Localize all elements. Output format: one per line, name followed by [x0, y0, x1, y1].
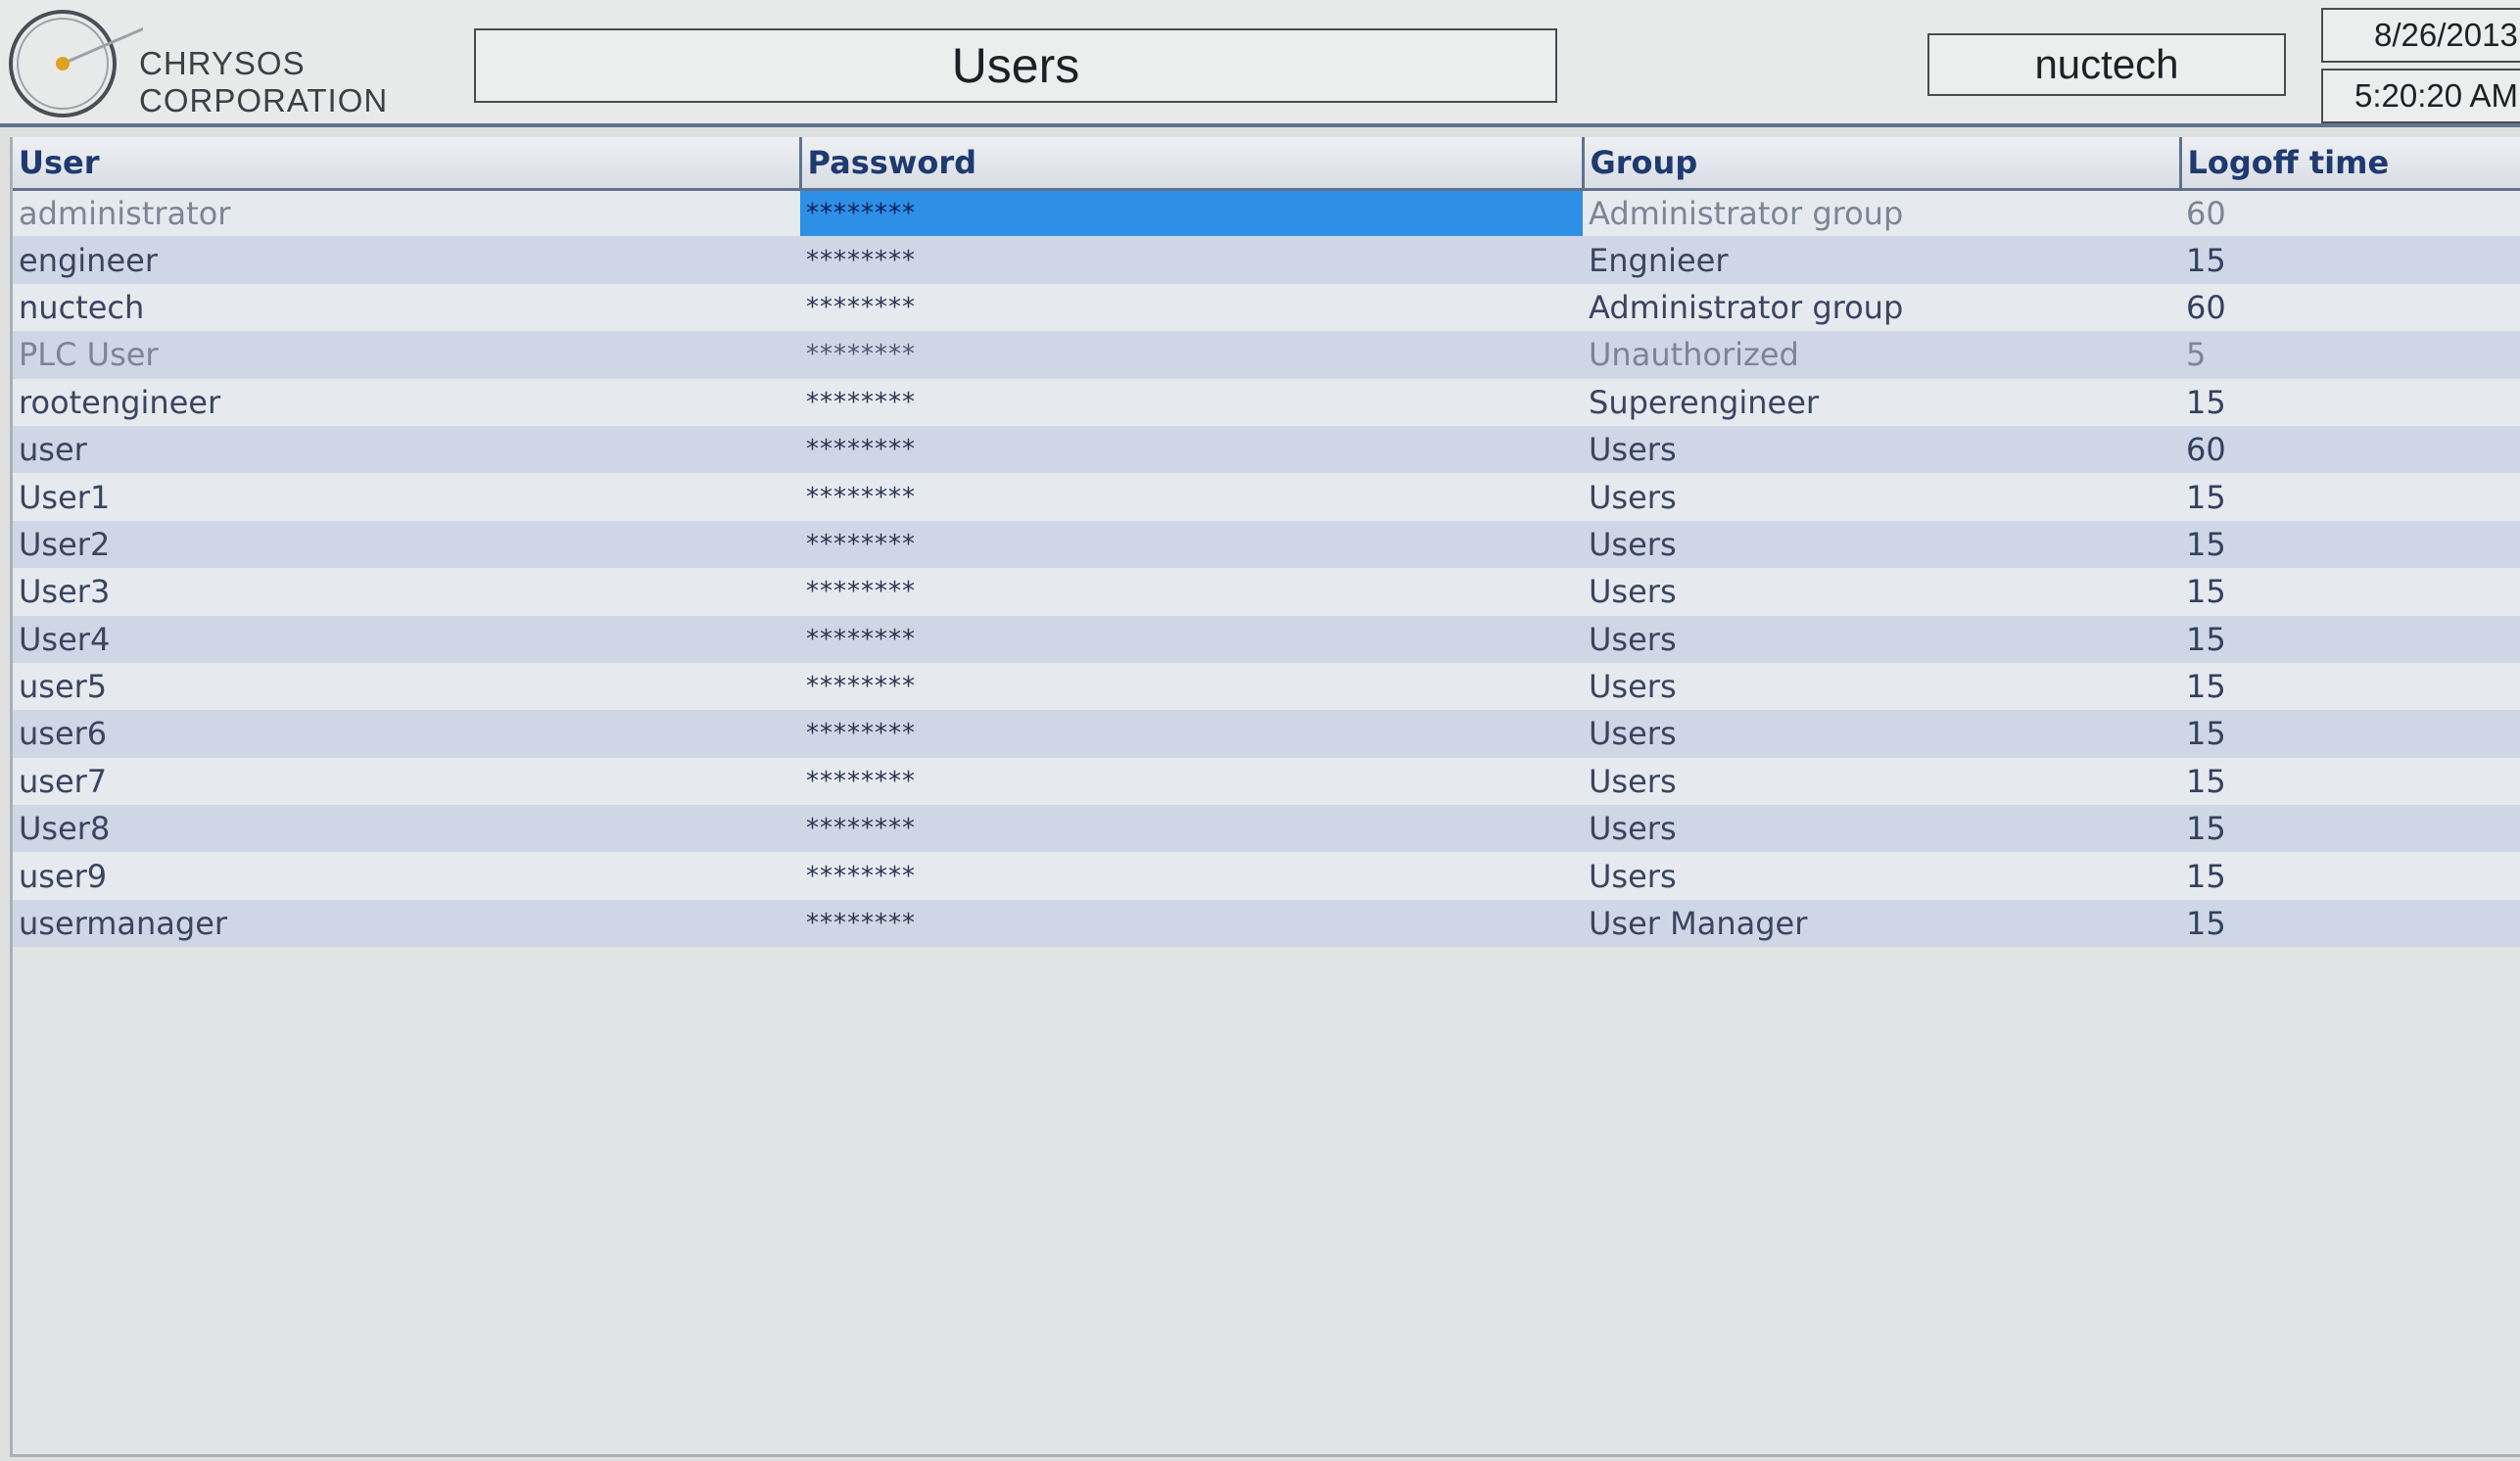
- group-cell[interactable]: User Manager: [1583, 899, 2180, 948]
- table-row[interactable]: User8 ******** Users 15: [13, 805, 2520, 853]
- table-row[interactable]: usermanager ******** User Manager 15: [13, 899, 2520, 948]
- user-cell[interactable]: User4: [13, 615, 800, 663]
- company-logo: CHRYSOS CORPORATION: [6, 8, 388, 120]
- group-cell[interactable]: Users: [1583, 520, 2180, 569]
- table-row[interactable]: rootengineer ******** Superengineer 15: [13, 378, 2520, 426]
- table-row[interactable]: user5 ******** Users 15: [13, 662, 2520, 711]
- table-row[interactable]: User4 ******** Users 15: [13, 615, 2520, 663]
- table-row[interactable]: user ******** Users 60: [13, 425, 2520, 474]
- group-cell[interactable]: Users: [1583, 710, 2180, 758]
- company-name-line2: CORPORATION: [139, 82, 389, 118]
- group-cell[interactable]: Administrator group: [1583, 189, 2180, 237]
- table-row[interactable]: nuctech ******** Administrator group 60: [13, 283, 2520, 332]
- table-row[interactable]: administrator ******** Administrator gro…: [13, 189, 2520, 237]
- user-cell[interactable]: user9: [13, 852, 800, 900]
- group-cell[interactable]: Users: [1583, 615, 2180, 663]
- user-cell[interactable]: user7: [13, 757, 800, 806]
- logoff-time-cell[interactable]: 15: [2180, 805, 2520, 853]
- screen-title: Users: [474, 28, 1557, 103]
- user-cell[interactable]: engineer: [13, 236, 800, 284]
- logoff-time-cell[interactable]: 15: [2180, 568, 2520, 616]
- password-cell[interactable]: ********: [800, 520, 1583, 569]
- logoff-time-cell[interactable]: 15: [2180, 615, 2520, 663]
- column-header-password[interactable]: Password: [800, 137, 1585, 191]
- password-cell[interactable]: ********: [800, 236, 1583, 284]
- group-cell[interactable]: Users: [1583, 568, 2180, 616]
- user-cell[interactable]: nuctech: [13, 283, 800, 332]
- password-cell[interactable]: ********: [800, 189, 1583, 237]
- group-cell[interactable]: Users: [1583, 852, 2180, 900]
- password-cell[interactable]: ********: [800, 805, 1583, 853]
- user-cell[interactable]: User1: [13, 473, 800, 521]
- password-cell[interactable]: ********: [800, 568, 1583, 616]
- password-cell[interactable]: ********: [800, 662, 1583, 711]
- logoff-time-cell[interactable]: 15: [2180, 473, 2520, 521]
- logoff-time-cell[interactable]: 15: [2180, 378, 2520, 426]
- group-cell[interactable]: Users: [1583, 473, 2180, 521]
- column-header-user[interactable]: User: [13, 137, 802, 191]
- password-cell[interactable]: ********: [800, 425, 1583, 474]
- time-display: 5:20:20 AM: [2321, 69, 2520, 123]
- column-header-logoff-time[interactable]: Logoff time: [2180, 137, 2520, 191]
- group-cell[interactable]: Users: [1583, 425, 2180, 474]
- logoff-time-cell[interactable]: 60: [2180, 189, 2520, 237]
- logoff-time-cell[interactable]: 60: [2180, 283, 2520, 332]
- password-cell[interactable]: ********: [800, 473, 1583, 521]
- password-cell[interactable]: ********: [800, 378, 1583, 426]
- company-name-line1: CHRYSOS: [139, 45, 306, 81]
- password-cell[interactable]: ********: [800, 852, 1583, 900]
- password-cell[interactable]: ********: [800, 757, 1583, 806]
- password-cell[interactable]: ********: [800, 283, 1583, 332]
- table-row[interactable]: User1 ******** Users 15: [13, 473, 2520, 521]
- current-user-button[interactable]: nuctech: [1927, 33, 2286, 96]
- password-cell[interactable]: ********: [800, 615, 1583, 663]
- user-table-view: User Password Group Logoff time administ…: [10, 137, 2520, 1457]
- user-cell[interactable]: User8: [13, 805, 800, 853]
- logoff-time-cell[interactable]: 5: [2180, 331, 2520, 379]
- group-cell[interactable]: Superengineer: [1583, 378, 2180, 426]
- table-row[interactable]: User2 ******** Users 15: [13, 520, 2520, 569]
- logoff-time-cell[interactable]: 15: [2180, 899, 2520, 948]
- table-row[interactable]: user7 ******** Users 15: [13, 757, 2520, 806]
- user-cell[interactable]: PLC User: [13, 331, 800, 379]
- table-row[interactable]: user9 ******** Users 15: [13, 852, 2520, 900]
- group-cell[interactable]: Unauthorized: [1583, 331, 2180, 379]
- date-display: 8/26/2013: [2321, 8, 2520, 63]
- password-cell[interactable]: ********: [800, 899, 1583, 948]
- group-cell[interactable]: Users: [1583, 757, 2180, 806]
- table-row[interactable]: engineer ******** Engnieer 15: [13, 236, 2520, 284]
- users-table: User Password Group Logoff time administ…: [13, 137, 2520, 948]
- logoff-time-cell[interactable]: 15: [2180, 520, 2520, 569]
- user-cell[interactable]: rootengineer: [13, 378, 800, 426]
- logoff-time-cell[interactable]: 15: [2180, 852, 2520, 900]
- logoff-time-cell[interactable]: 60: [2180, 425, 2520, 474]
- password-cell[interactable]: ********: [800, 331, 1583, 379]
- column-header-group[interactable]: Group: [1583, 137, 2182, 191]
- user-cell[interactable]: user: [13, 425, 800, 474]
- logoff-time-cell[interactable]: 15: [2180, 236, 2520, 284]
- user-cell[interactable]: User2: [13, 520, 800, 569]
- user-cell[interactable]: usermanager: [13, 899, 800, 948]
- user-cell[interactable]: administrator: [13, 189, 800, 237]
- password-cell[interactable]: ********: [800, 710, 1583, 758]
- logoff-time-cell[interactable]: 15: [2180, 662, 2520, 711]
- group-cell[interactable]: Administrator group: [1583, 283, 2180, 332]
- user-cell[interactable]: user5: [13, 662, 800, 711]
- table-row[interactable]: user6 ******** Users 15: [13, 710, 2520, 758]
- table-row[interactable]: User3 ******** Users 15: [13, 568, 2520, 616]
- logoff-time-cell[interactable]: 15: [2180, 757, 2520, 806]
- user-cell[interactable]: User3: [13, 568, 800, 616]
- user-cell[interactable]: user6: [13, 710, 800, 758]
- table-row[interactable]: PLC User ******** Unauthorized 5: [13, 331, 2520, 379]
- company-name: CHRYSOS CORPORATION: [139, 45, 388, 119]
- table-header-row: User Password Group Logoff time: [13, 137, 2520, 191]
- top-bar: CHRYSOS CORPORATION Users nuctech 8/26/2…: [0, 0, 2520, 127]
- logoff-time-cell[interactable]: 15: [2180, 710, 2520, 758]
- logo-ring-icon: [9, 10, 143, 118]
- group-cell[interactable]: Users: [1583, 662, 2180, 711]
- group-cell[interactable]: Engnieer: [1583, 236, 2180, 284]
- group-cell[interactable]: Users: [1583, 805, 2180, 853]
